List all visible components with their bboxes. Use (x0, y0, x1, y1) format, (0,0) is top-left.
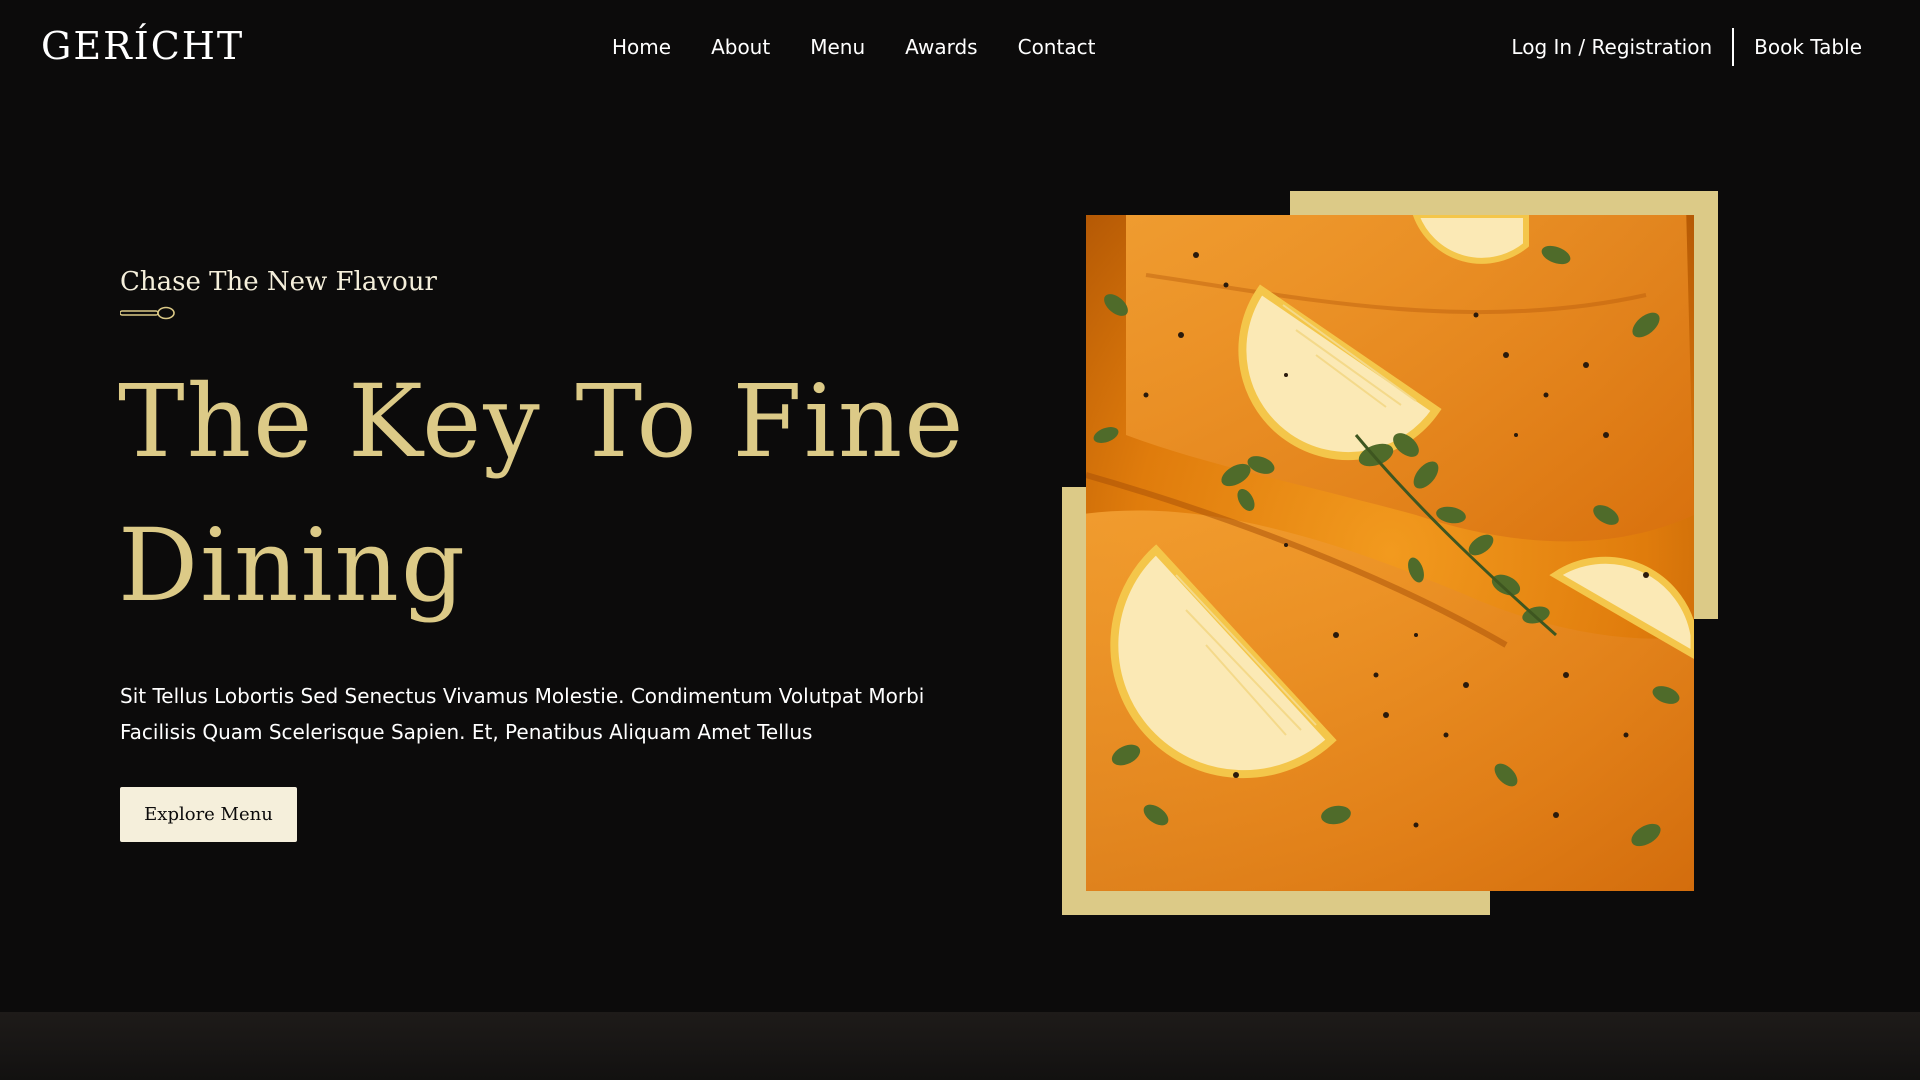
spoon-icon (120, 306, 175, 320)
hero-description-line2: Facilisis Quam Scelerisque Sapien. Et, P… (120, 720, 813, 744)
hero-description-line1: Sit Tellus Lobortis Sed Senectus Vivamus… (120, 684, 925, 708)
hero-headline-line1: The Key To Fine (118, 363, 966, 480)
nav-actions: Log In / Registration Book Table (1511, 28, 1862, 66)
nav-link-awards[interactable]: Awards (905, 34, 977, 60)
nav-link-menu[interactable]: Menu (810, 34, 865, 60)
explore-menu-button[interactable]: Explore Menu (120, 787, 297, 842)
nav-link-contact[interactable]: Contact (1018, 34, 1096, 60)
nav-link-about[interactable]: About (711, 34, 770, 60)
login-registration-link[interactable]: Log In / Registration (1511, 34, 1732, 60)
main-nav: Home About Menu Awards Contact (612, 34, 1135, 60)
hero-headline: The Key To Fine Dining (118, 350, 1018, 638)
hero-subtitle: Chase The New Flavour (120, 267, 437, 297)
brand-logo[interactable]: GERÍCHT (41, 22, 244, 70)
hero-food-image (1086, 215, 1694, 891)
navbar: GERÍCHT Home About Menu Awards Contact L… (0, 0, 1920, 95)
hero-description: Sit Tellus Lobortis Sed Senectus Vivamus… (120, 678, 960, 750)
nav-link-home[interactable]: Home (612, 34, 671, 60)
next-section-background (0, 1012, 1920, 1080)
book-table-link[interactable]: Book Table (1734, 34, 1862, 60)
hero-headline-line2: Dining (118, 507, 467, 624)
